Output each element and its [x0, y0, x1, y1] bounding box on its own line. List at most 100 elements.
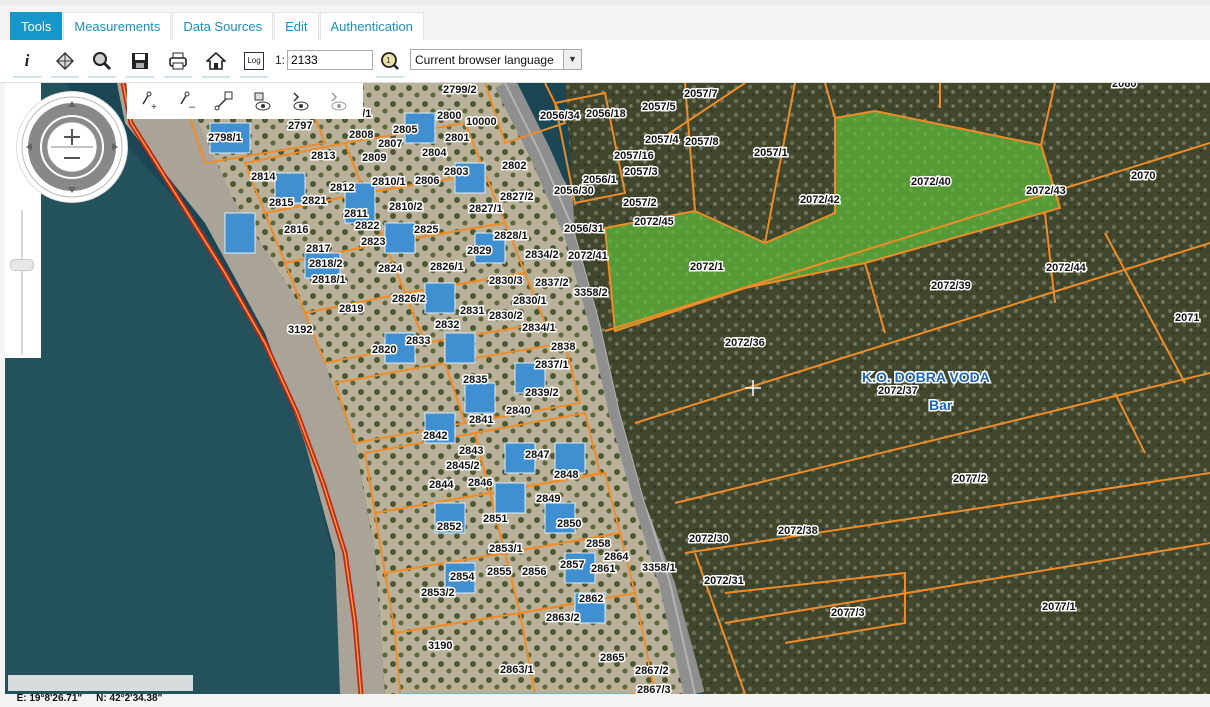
svg-text:2805: 2805: [393, 124, 417, 136]
svg-text:2831: 2831: [460, 305, 484, 317]
svg-text:2811: 2811: [344, 208, 368, 220]
svg-text:2850: 2850: [557, 518, 581, 530]
svg-text:2071: 2071: [1175, 312, 1199, 324]
map-canvas[interactable]: 2799/2 99/1 2800 10000 2797 2798/1 2808 …: [5, 83, 1210, 694]
svg-text:2804: 2804: [422, 147, 447, 159]
draw-line-button[interactable]: [211, 89, 237, 113]
svg-text:2056/34: 2056/34: [540, 110, 581, 122]
remove-node-button[interactable]: –: [173, 89, 199, 113]
language-select[interactable]: Current browser language ▼: [410, 49, 582, 70]
svg-text:2853/2: 2853/2: [421, 587, 455, 599]
zoom-slider-track[interactable]: [21, 210, 23, 355]
svg-text:2056/31: 2056/31: [564, 223, 604, 235]
svg-text:2837/1: 2837/1: [535, 359, 569, 371]
tab-tools[interactable]: Tools: [10, 12, 63, 40]
cadastral-zone-label: K.O. DOBRA VODA: [862, 369, 990, 385]
svg-text:2072/42: 2072/42: [800, 194, 840, 206]
svg-text:2846: 2846: [468, 477, 492, 489]
svg-text:–: –: [189, 101, 196, 112]
log-button[interactable]: Log: [240, 46, 268, 78]
language-value: Current browser language: [415, 53, 554, 67]
svg-text:2839/2: 2839/2: [525, 387, 559, 399]
svg-text:2818/2: 2818/2: [309, 258, 343, 270]
svg-text:2820: 2820: [372, 344, 396, 356]
cadastral-zone-sub-label: Bar: [929, 397, 953, 413]
svg-text:2827/1: 2827/1: [469, 203, 503, 215]
svg-text:2077/1: 2077/1: [1042, 601, 1076, 613]
zoom-scale-button[interactable]: 1: [376, 46, 404, 78]
svg-text:2056/30: 2056/30: [554, 185, 594, 197]
svg-text:2819: 2819: [339, 303, 363, 315]
home-button[interactable]: [202, 46, 230, 78]
svg-text:2057/3: 2057/3: [624, 166, 658, 178]
history-eye-icon: [293, 92, 309, 111]
edit-toolbar: + –: [127, 83, 363, 119]
view-disabled-button[interactable]: [325, 89, 351, 113]
svg-text:10000: 10000: [466, 116, 497, 128]
svg-text:2855: 2855: [487, 566, 511, 578]
view-layer-button[interactable]: [249, 89, 275, 113]
svg-text:2797: 2797: [288, 120, 312, 132]
zoom-search-button[interactable]: [88, 46, 116, 78]
svg-text:2826/2: 2826/2: [392, 293, 426, 305]
svg-text:2801: 2801: [445, 132, 469, 144]
svg-text:2072/43: 2072/43: [1026, 185, 1066, 197]
svg-text:2056/18: 2056/18: [586, 108, 626, 120]
svg-text:2864: 2864: [604, 551, 629, 563]
svg-text:2824: 2824: [378, 263, 403, 275]
svg-text:2802: 2802: [502, 160, 526, 172]
svg-text:2844: 2844: [429, 479, 454, 491]
svg-text:2861: 2861: [591, 563, 615, 575]
scale-input[interactable]: [287, 50, 373, 70]
map-svg[interactable]: 2799/2 99/1 2800 10000 2797 2798/1 2808 …: [5, 83, 1210, 694]
svg-text:2072/44: 2072/44: [1046, 262, 1087, 274]
svg-text:2077/3: 2077/3: [831, 607, 865, 619]
save-button[interactable]: [126, 46, 154, 78]
chevron-down-icon[interactable]: ▼: [563, 50, 581, 69]
svg-text:2072/41: 2072/41: [568, 250, 608, 262]
layers-button[interactable]: [51, 46, 79, 78]
svg-text:2809: 2809: [362, 152, 386, 164]
print-button[interactable]: [164, 46, 192, 78]
svg-text:2070: 2070: [1131, 170, 1155, 182]
zoom-search-icon: [93, 52, 112, 71]
tab-data-sources[interactable]: Data Sources: [172, 12, 274, 40]
top-strip: [0, 0, 1210, 6]
svg-text:2854: 2854: [450, 571, 475, 583]
eye-disabled-icon: [331, 92, 347, 111]
tab-authentication[interactable]: Authentication: [319, 12, 424, 40]
save-icon: [132, 53, 148, 69]
svg-text:2072/45: 2072/45: [634, 216, 674, 228]
svg-text:2800: 2800: [437, 110, 461, 122]
eye-icon: [254, 92, 271, 111]
svg-text:2072/30: 2072/30: [689, 533, 729, 545]
svg-text:2060: 2060: [1112, 83, 1136, 90]
zoom-slider-handle[interactable]: [10, 259, 34, 271]
svg-text:2827/2: 2827/2: [500, 191, 534, 203]
add-node-button[interactable]: +: [135, 89, 161, 113]
svg-text:2057/8: 2057/8: [685, 136, 719, 148]
svg-text:2830/1: 2830/1: [513, 295, 547, 307]
svg-text:2072/39: 2072/39: [931, 280, 971, 292]
tab-measurements[interactable]: Measurements: [63, 12, 172, 40]
pan-zoom-wheel[interactable]: [17, 92, 127, 202]
svg-text:2072/31: 2072/31: [704, 575, 744, 587]
svg-text:2862: 2862: [579, 593, 603, 605]
view-history-button[interactable]: [287, 89, 313, 113]
tab-edit[interactable]: Edit: [274, 12, 319, 40]
scale-prefix: 1:: [275, 53, 286, 67]
svg-text:2863/1: 2863/1: [500, 664, 534, 676]
svg-text:2825: 2825: [414, 224, 438, 236]
svg-text:+: +: [151, 102, 157, 112]
svg-text:2803: 2803: [444, 166, 468, 178]
svg-text:2822: 2822: [355, 220, 379, 232]
svg-text:2798/1: 2798/1: [208, 132, 242, 144]
add-node-icon: +: [142, 91, 157, 112]
svg-text:2821: 2821: [302, 195, 326, 207]
svg-text:2072/1: 2072/1: [690, 261, 724, 273]
svg-text:2828/1: 2828/1: [494, 230, 528, 242]
info-button[interactable]: i: [13, 46, 41, 78]
layers-icon: [56, 52, 74, 70]
svg-text:2057/1: 2057/1: [754, 147, 788, 159]
svg-text:2808: 2808: [349, 129, 373, 141]
